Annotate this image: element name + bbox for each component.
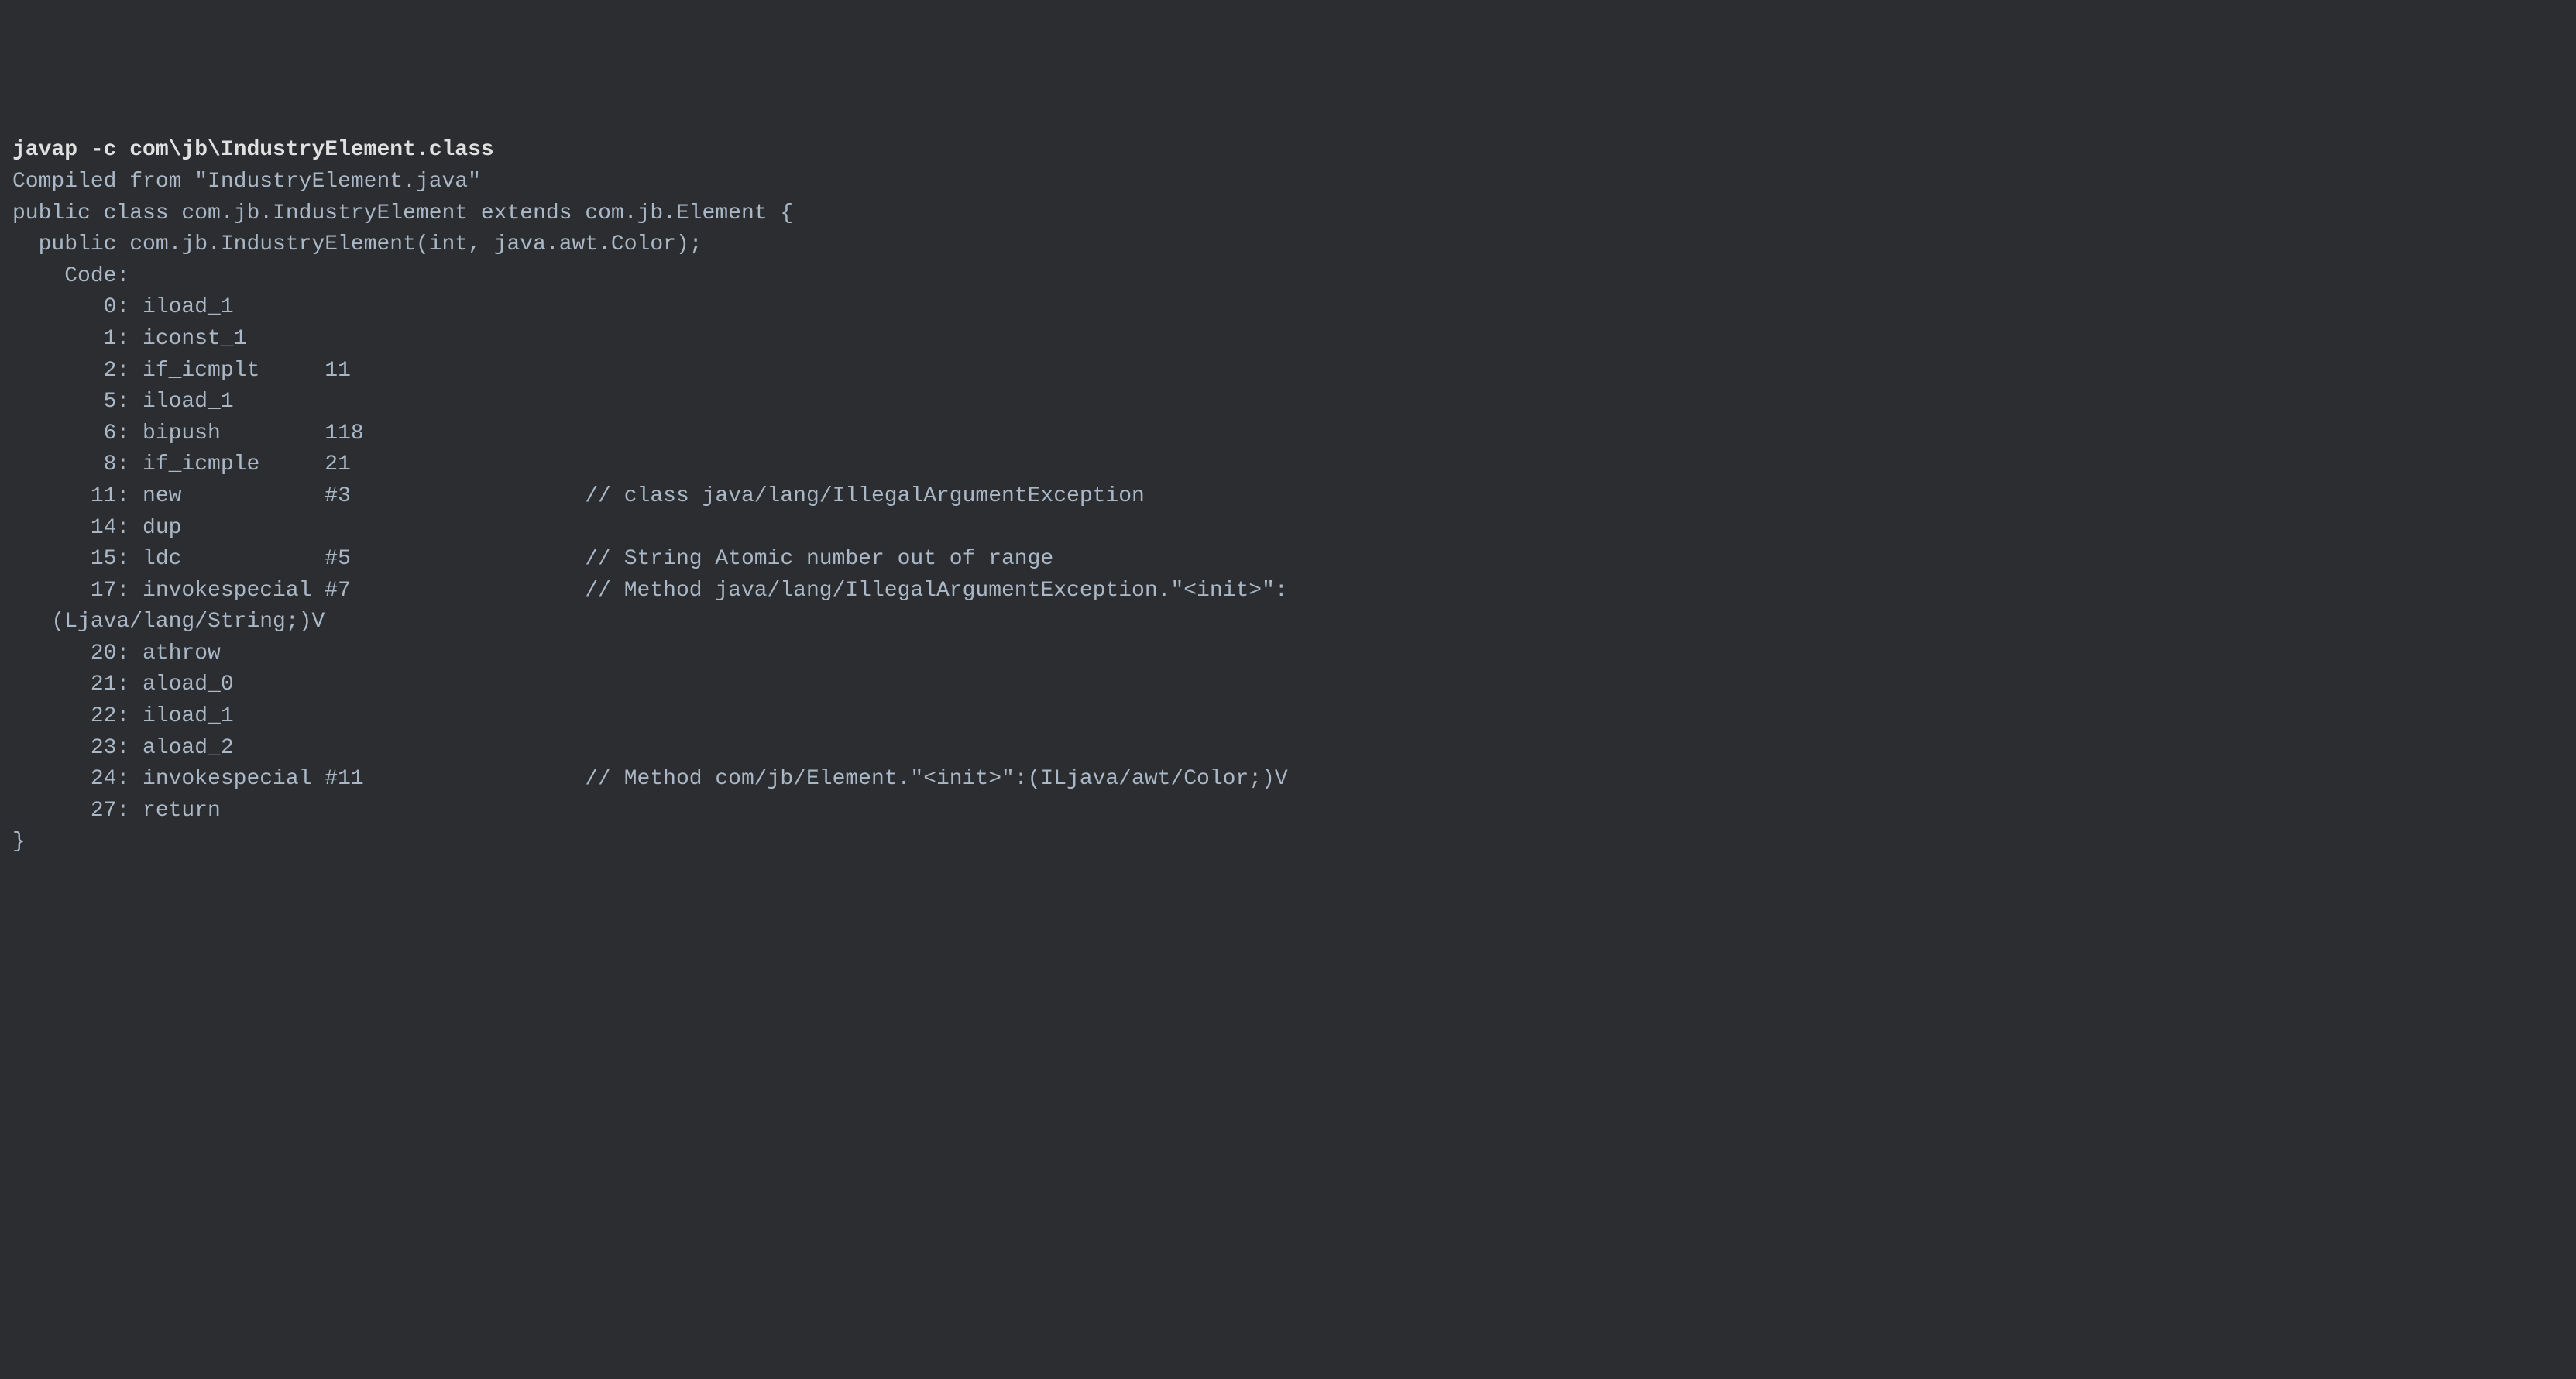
command-line: javap -c com\jb\IndustryElement.class xyxy=(12,138,494,162)
output-block: Compiled from "IndustryElement.java" pub… xyxy=(12,170,1288,854)
terminal-output[interactable]: javap -c com\jb\IndustryElement.class Co… xyxy=(12,135,2564,858)
